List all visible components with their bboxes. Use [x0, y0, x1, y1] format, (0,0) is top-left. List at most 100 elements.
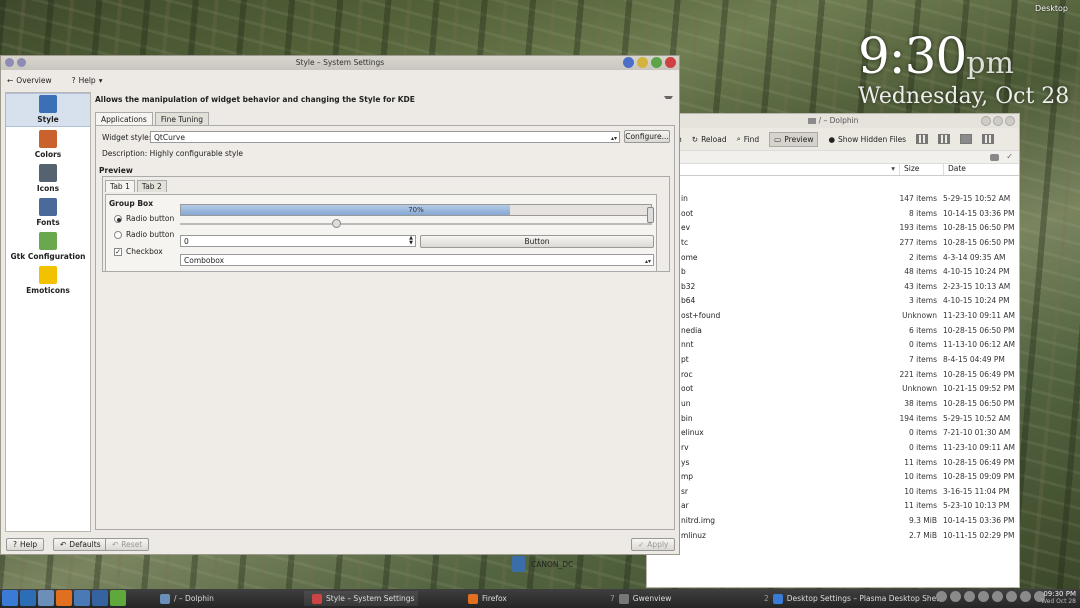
volume-icon[interactable] — [978, 591, 989, 602]
help-button[interactable]: ? Help — [6, 538, 45, 551]
sidebar-item-icons[interactable]: Icons — [6, 161, 90, 195]
firefox-icon[interactable] — [56, 590, 72, 606]
network-icon[interactable] — [964, 591, 975, 602]
preview-tab-2[interactable]: Tab 2 — [136, 180, 167, 192]
tab-applications[interactable]: Applications — [95, 112, 153, 126]
table-row[interactable]: mp 10 items 10-28-15 09:09 PM — [647, 470, 1019, 485]
scrollbar-thumb[interactable] — [647, 207, 654, 223]
spreadsheet-icon[interactable] — [110, 590, 126, 606]
table-row[interactable]: b 48 items 4-10-15 10:24 PM — [647, 265, 1019, 280]
help-window-icon[interactable] — [623, 57, 634, 68]
location-bar[interactable]: ✓ — [647, 150, 1019, 164]
sidebar-item-gtk-configuration[interactable]: Gtk Configuration — [6, 229, 90, 263]
minimize-icon[interactable] — [981, 116, 991, 126]
show-hidden-files-button[interactable]: ● Show Hidden Files — [828, 135, 906, 144]
slider-handle[interactable] — [331, 219, 341, 228]
taskbar-clock[interactable]: 09:30 PM Wed Oct 28 — [1041, 590, 1076, 606]
office-icon[interactable] — [92, 590, 108, 606]
table-row[interactable]: bin 194 items 5-29-15 10:52 AM — [647, 412, 1019, 427]
pin-window-icon[interactable] — [17, 58, 26, 67]
table-row[interactable]: roc 221 items 10-28-15 06:49 PM — [647, 368, 1019, 383]
file-manager-icon[interactable] — [38, 590, 54, 606]
details-view-icon[interactable] — [960, 134, 973, 144]
preview-combobox[interactable]: Combobox ▴▾ — [180, 254, 654, 266]
task-gwenview[interactable]: 7 Gwenview — [606, 591, 675, 606]
table-row[interactable]: tc 277 items 10-28-15 06:50 PM — [647, 236, 1019, 251]
radio-button-1[interactable]: Radio button — [114, 214, 174, 223]
table-row[interactable]: oot 8 items 10-14-15 03:36 PM — [647, 207, 1019, 222]
settings-titlebar[interactable]: Style – System Settings — [1, 56, 679, 70]
table-row[interactable]: ost+found Unknown 11-23-10 09:11 AM — [647, 309, 1019, 324]
window-menu-icon[interactable] — [5, 58, 14, 67]
table-row[interactable]: b64 3 items 4-10-15 10:24 PM — [647, 294, 1019, 309]
column-size[interactable]: Size — [899, 164, 943, 175]
defaults-button[interactable]: ↶ Defaults — [53, 538, 108, 551]
editor-icon[interactable] — [74, 590, 90, 606]
task-desktop-settings[interactable]: 2 Desktop Settings – Plasma Desktop Shell — [760, 591, 944, 606]
help-menu[interactable]: ? Help ▾ — [72, 76, 103, 85]
table-row[interactable]: ome 2 items 4-3-14 09:35 AM — [647, 251, 1019, 266]
task-system-settings[interactable]: Style – System Settings — [304, 591, 419, 606]
maximize-icon[interactable] — [993, 116, 1003, 126]
table-row[interactable]: rv 0 items 11-23-10 09:11 AM — [647, 441, 1019, 456]
dolphin-titlebar[interactable]: / – Dolphin — [647, 114, 1019, 128]
table-row[interactable]: mlinuz 2.7 MiB 10-11-15 02:29 PM — [647, 529, 1019, 544]
table-row[interactable]: un 38 items 10-28-15 06:50 PM — [647, 397, 1019, 412]
spin-box[interactable]: 0 ▲ ▼ — [180, 235, 416, 247]
sidebar-item-colors[interactable]: Colors — [6, 127, 90, 161]
find-button[interactable]: ⌕ Find — [737, 134, 760, 144]
sort-chevron-down-icon[interactable]: ▾ — [681, 164, 899, 175]
split-view-icon[interactable] — [982, 134, 995, 144]
preview-button[interactable]: ▭ Preview — [769, 131, 819, 147]
task-dolphin[interactable]: / – Dolphin — [152, 591, 218, 606]
system-settings-window[interactable]: Style – System Settings ← Overview ? Help ▾… — [0, 55, 680, 555]
clear-icon[interactable] — [990, 154, 999, 161]
reset-button[interactable]: ↶ Reset — [105, 538, 150, 551]
check-icon[interactable] — [936, 591, 947, 602]
confirm-icon[interactable]: ✓ — [1006, 152, 1013, 161]
reload-button[interactable]: ↻ Reload — [692, 135, 727, 144]
pin-icon[interactable] — [664, 96, 673, 105]
close-icon[interactable] — [665, 57, 676, 68]
radio-button-2[interactable]: Radio button — [114, 230, 174, 239]
table-row[interactable]: nedia 6 items 10-28-15 06:50 PM — [647, 324, 1019, 339]
device-item[interactable]: CANON_DC — [512, 556, 573, 572]
table-row[interactable]: ar 11 items 5-23-10 10:13 PM — [647, 499, 1019, 514]
sidebar-item-style[interactable]: Style — [6, 93, 90, 127]
sidebar-item-fonts[interactable]: Fonts — [6, 195, 90, 229]
close-icon[interactable] — [1005, 116, 1015, 126]
checkbox[interactable]: ✓ Checkbox — [114, 247, 163, 256]
table-row[interactable]: ys 11 items 10-28-15 06:49 PM — [647, 456, 1019, 471]
table-row[interactable]: elinux 0 items 7-21-10 01:30 AM — [647, 426, 1019, 441]
kde-menu-icon[interactable] — [2, 590, 18, 606]
table-row[interactable]: sr 10 items 3-16-15 11:04 PM — [647, 485, 1019, 500]
printer-icon[interactable] — [950, 591, 961, 602]
widget-style-select[interactable]: QtCurve ▴▾ — [150, 131, 620, 143]
table-row[interactable]: ev 193 items 10-28-15 06:50 PM — [647, 221, 1019, 236]
column-date[interactable]: Date — [943, 164, 1019, 175]
tab-fine-tuning[interactable]: Fine Tuning — [154, 112, 209, 126]
preview-button-widget[interactable]: Button — [420, 235, 654, 248]
dolphin-window[interactable]: / – Dolphin h ↻Reload ⌕Find ▭Preview ●Sh… — [646, 113, 1020, 588]
table-row[interactable]: pt 7 items 8-4-15 04:49 PM — [647, 353, 1019, 368]
table-row[interactable]: nitrd.img 9.3 MiB 10-14-15 03:36 PM — [647, 514, 1019, 529]
compact-view-icon[interactable] — [938, 134, 951, 144]
usb-icon[interactable] — [992, 591, 1003, 602]
apply-button[interactable]: ✓ Apply — [631, 538, 676, 551]
table-row[interactable]: in 147 items 5-29-15 10:52 AM — [647, 192, 1019, 207]
configure-button[interactable]: Configure... — [624, 130, 670, 143]
table-row[interactable]: nnt 0 items 11-13-10 06:12 AM — [647, 338, 1019, 353]
preview-scrollbar[interactable] — [647, 199, 654, 269]
preview-tab-1[interactable]: Tab 1 — [105, 180, 135, 192]
minimize-icon[interactable] — [637, 57, 648, 68]
desktop-icon[interactable] — [20, 590, 36, 606]
maximize-icon[interactable] — [651, 57, 662, 68]
overview-button[interactable]: ← Overview — [7, 76, 52, 85]
wifi-icon[interactable] — [1006, 591, 1017, 602]
slider[interactable] — [180, 219, 652, 228]
spin-arrows-icon[interactable]: ▲ ▼ — [409, 236, 413, 246]
battery-icon[interactable] — [1020, 591, 1031, 602]
table-row[interactable]: b32 43 items 2-23-15 10:13 AM — [647, 280, 1019, 295]
sidebar-item-emoticons[interactable]: Emoticons — [6, 263, 90, 297]
icons-view-icon[interactable] — [916, 134, 929, 144]
